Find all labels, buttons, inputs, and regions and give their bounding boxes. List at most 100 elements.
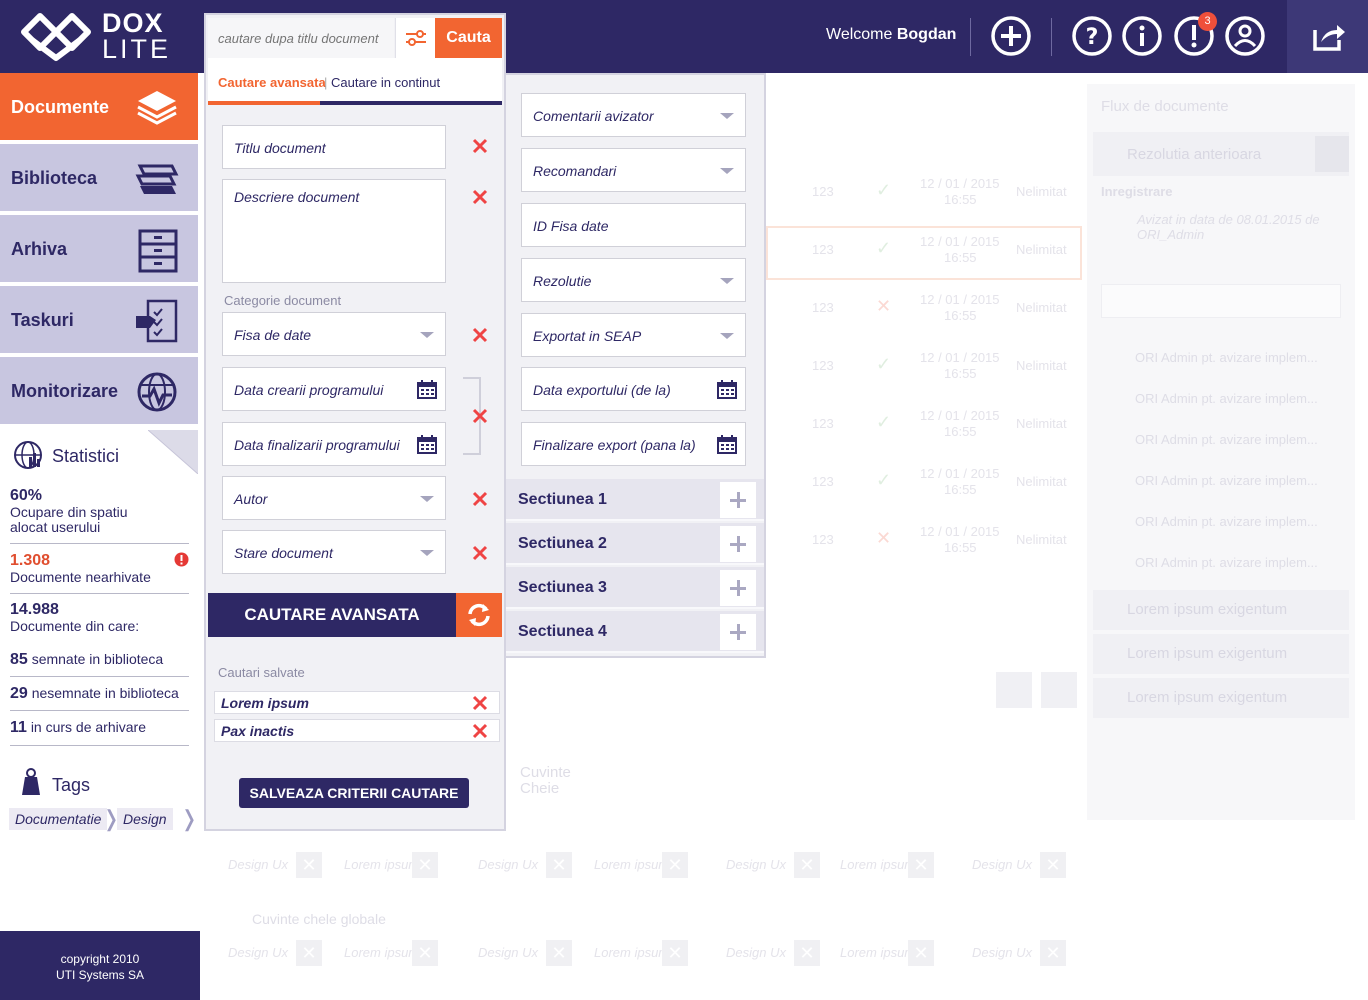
registration-label: Inregistrare bbox=[1101, 184, 1173, 199]
toolbar-separator bbox=[1051, 18, 1052, 56]
search-icon bbox=[996, 672, 1032, 708]
tag-icon bbox=[22, 768, 40, 795]
help-icon[interactable]: ? bbox=[1071, 15, 1113, 57]
category-select[interactable]: Fisa de date bbox=[222, 312, 446, 356]
stat-value: 85 bbox=[10, 651, 28, 668]
data-sheet-id-field[interactable]: ID Fisa date bbox=[521, 203, 746, 247]
select-value: Recomandari bbox=[533, 163, 617, 179]
export-to-date-field[interactable]: Finalizare export (pana la) bbox=[521, 422, 746, 466]
table-cell: 12 / 01 / 2015 bbox=[920, 466, 1000, 481]
sidebar-item-monitorizare[interactable]: Monitorizare bbox=[0, 357, 198, 426]
check-icon: ✓ bbox=[876, 238, 892, 258]
accordion-title: Lorem ipsum exigentum bbox=[1127, 601, 1288, 618]
stat-label: Documente nearhivate bbox=[10, 569, 151, 585]
table-cell: 16:55 bbox=[944, 540, 977, 555]
app-logo[interactable]: DOX LITE bbox=[18, 10, 188, 64]
tab-active-indicator bbox=[208, 101, 320, 105]
sidebar-item-biblioteca[interactable]: Biblioteca bbox=[0, 144, 198, 213]
section-label: Sectiunea 4 bbox=[518, 623, 607, 640]
info-icon[interactable] bbox=[1121, 15, 1163, 57]
select-value: Comentarii avizator bbox=[533, 108, 654, 124]
expand-plus-icon[interactable] bbox=[720, 570, 756, 606]
warning-icon[interactable] bbox=[174, 552, 189, 567]
table-cell: 123 bbox=[812, 242, 834, 257]
document-title-field[interactable]: Titlu document bbox=[222, 125, 446, 169]
calendar-icon[interactable] bbox=[417, 435, 437, 454]
save-criteria-button[interactable]: SALVEAZA CRITERII CAUTARE bbox=[239, 778, 469, 808]
created-date-field[interactable]: Data crearii programului bbox=[222, 367, 446, 411]
calendar-icon[interactable] bbox=[717, 435, 737, 454]
sidebar-item-label: Biblioteca bbox=[11, 168, 98, 188]
delete-x-icon[interactable] bbox=[472, 695, 488, 711]
table-cell: Nelimitat bbox=[1016, 300, 1067, 315]
table-cell: 123 bbox=[812, 416, 834, 431]
stat-archiving: 11 in curs de arhivare bbox=[10, 719, 146, 737]
search-button[interactable]: Cauta bbox=[435, 18, 502, 58]
select-value: Fisa de date bbox=[234, 327, 312, 343]
tab-advanced-search[interactable]: Cautare avansata bbox=[218, 75, 326, 90]
user-icon[interactable] bbox=[1224, 15, 1266, 57]
table-cell: Nelimitat bbox=[1016, 242, 1067, 257]
document-description-field[interactable]: Descriere document bbox=[222, 179, 446, 283]
remove-x-icon: ✕ bbox=[1040, 852, 1066, 878]
field-placeholder: Data finalizarii programului bbox=[234, 437, 400, 453]
tab-separator: | bbox=[324, 75, 328, 90]
logout-button[interactable] bbox=[1287, 0, 1368, 73]
section-row-2[interactable]: Sectiunea 2 bbox=[506, 523, 764, 565]
exported-seap-select[interactable]: Exportat in SEAP bbox=[521, 313, 746, 357]
saved-search-item[interactable]: Lorem ipsum bbox=[214, 691, 500, 714]
recommendations-select[interactable]: Recomandari bbox=[521, 148, 746, 192]
stat-label: in curs de arhivare bbox=[30, 719, 146, 735]
table-cell: 16:55 bbox=[944, 424, 977, 439]
advanced-search-button[interactable]: CAUTARE AVANSATA bbox=[208, 593, 456, 637]
clear-x-icon[interactable] bbox=[472, 138, 488, 154]
calendar-icon[interactable] bbox=[417, 380, 437, 399]
stat-unsigned: 29 nesemnate in biblioteca bbox=[10, 685, 179, 703]
chevron-down-icon bbox=[420, 332, 434, 338]
clear-x-icon[interactable] bbox=[472, 189, 488, 205]
saved-search-item[interactable]: Pax inactis bbox=[214, 719, 500, 742]
delete-x-icon[interactable] bbox=[472, 723, 488, 739]
chevron-down-icon bbox=[720, 168, 734, 174]
chevron-down-icon bbox=[420, 550, 434, 556]
expand-plus-icon[interactable] bbox=[720, 526, 756, 562]
welcome-prefix: Welcome bbox=[826, 26, 893, 43]
filter-button[interactable] bbox=[395, 18, 435, 58]
sidebar-item-documente[interactable]: Documente bbox=[0, 73, 198, 142]
author-select[interactable]: Autor bbox=[222, 476, 446, 520]
keyword-tag: Lorem ipsum bbox=[594, 857, 670, 872]
plus-circle-icon[interactable] bbox=[990, 15, 1032, 57]
expand-plus-icon[interactable] bbox=[720, 614, 756, 650]
tag-chip[interactable]: Documentatie bbox=[9, 808, 108, 830]
tags-title: Tags bbox=[52, 775, 91, 795]
clear-x-icon[interactable] bbox=[472, 491, 488, 507]
keyword-tag: Lorem ipsum bbox=[840, 945, 916, 960]
expand-plus-icon[interactable] bbox=[720, 482, 756, 518]
reset-button[interactable] bbox=[456, 593, 502, 637]
resolution-select[interactable]: Rezolutie bbox=[521, 258, 746, 302]
cross-icon: ✕ bbox=[876, 528, 892, 548]
export-from-date-field[interactable]: Data exportului (de la) bbox=[521, 367, 746, 411]
section-label: Sectiunea 1 bbox=[518, 491, 607, 508]
stat-label: nesemnate in biblioteca bbox=[31, 685, 179, 701]
section-row-4[interactable]: Sectiunea 4 bbox=[506, 611, 764, 653]
tag-chip[interactable]: Design bbox=[117, 808, 173, 830]
tab-content-search[interactable]: Cautare in continut bbox=[331, 75, 440, 90]
calendar-icon[interactable] bbox=[717, 380, 737, 399]
global-keywords-label: Cuvinte chele globale bbox=[252, 911, 386, 927]
flow-item: ORI Admin pt. avizare implem... bbox=[1135, 432, 1318, 447]
clear-x-icon[interactable] bbox=[472, 408, 488, 424]
finished-date-field[interactable]: Data finalizarii programului bbox=[222, 422, 446, 466]
stat-value: 11 bbox=[10, 719, 27, 736]
section-row-1[interactable]: Sectiunea 1 bbox=[506, 479, 764, 521]
sidebar-item-arhiva[interactable]: Arhiva bbox=[0, 215, 198, 284]
comments-select[interactable]: Comentarii avizator bbox=[521, 93, 746, 137]
clear-x-icon[interactable] bbox=[472, 545, 488, 561]
section-row-3[interactable]: Sectiunea 3 bbox=[506, 567, 764, 609]
clear-x-icon[interactable] bbox=[472, 327, 488, 343]
sidebar-item-taskuri[interactable]: Taskuri bbox=[0, 286, 198, 355]
document-status-select[interactable]: Stare document bbox=[222, 530, 446, 574]
search-input[interactable] bbox=[208, 18, 394, 58]
globe-monitor-icon bbox=[137, 372, 177, 412]
svg-text:?: ? bbox=[1086, 25, 1099, 50]
